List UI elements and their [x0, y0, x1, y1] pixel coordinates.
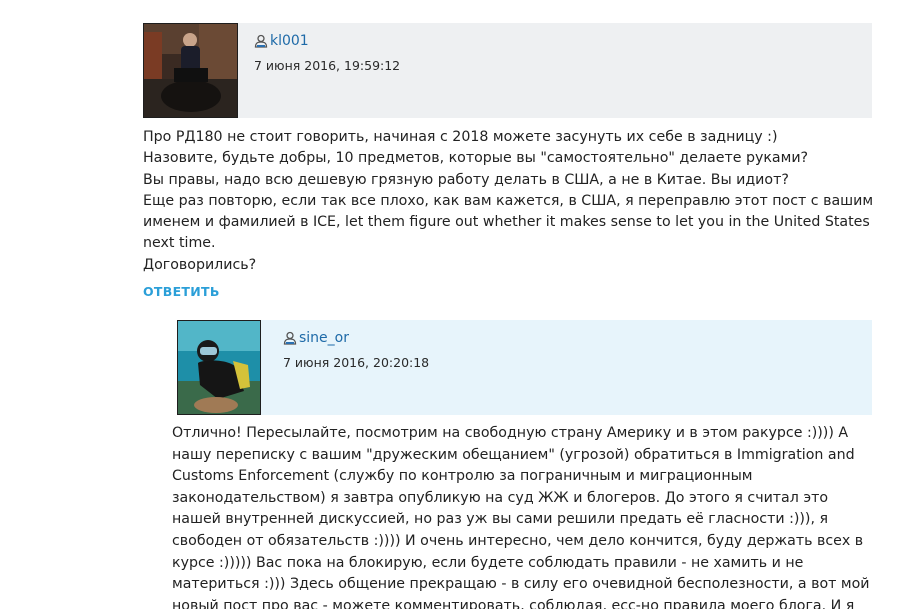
comment-date[interactable]: 7 июня 2016, 19:59:12: [254, 58, 400, 73]
comment-line: Еще раз повторю, если так все плохо, как…: [143, 192, 874, 252]
comment-body: Отлично! Пересылайте, посмотрим на свобо…: [172, 425, 870, 609]
user-icon: [283, 331, 297, 345]
reply-link[interactable]: ОТВЕТИТЬ: [143, 284, 220, 299]
avatar[interactable]: [143, 23, 238, 118]
username[interactable]: kl001: [270, 33, 309, 49]
comment-line: Назовите, будьте добры, 10 предметов, ко…: [143, 150, 809, 167]
comment-line: Договорились?: [143, 256, 257, 273]
username-link[interactable]: kl001: [254, 33, 309, 49]
comment-line: Про РД180 не стоит говорить, начиная с 2…: [143, 129, 778, 145]
comment-header: sine_or 7 июня 2016, 20:20:18: [177, 320, 872, 415]
avatar-photo: [144, 24, 237, 117]
user-icon: [254, 34, 268, 48]
comment-body: Про РД180 не стоит говорить, начиная с 2…: [143, 127, 883, 276]
comment-date[interactable]: 7 июня 2016, 20:20:18: [283, 355, 429, 370]
username[interactable]: sine_or: [299, 330, 349, 346]
comment-header: kl001 7 июня 2016, 19:59:12: [143, 23, 872, 118]
username-link[interactable]: sine_or: [283, 330, 349, 346]
comment-thread: kl001 7 июня 2016, 19:59:12 Про РД180 не…: [0, 0, 900, 609]
comment-line: Вы правы, надо всю дешевую грязную работ…: [143, 171, 789, 188]
avatar[interactable]: [177, 320, 261, 415]
avatar-photo: [178, 321, 260, 414]
